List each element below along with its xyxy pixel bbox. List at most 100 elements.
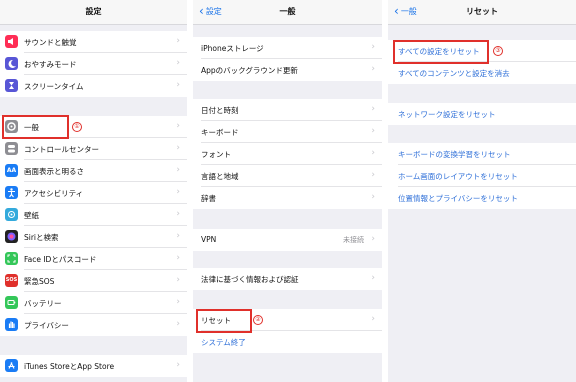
item-label: 辞書 xyxy=(201,194,216,203)
item-label: フォント xyxy=(201,150,231,159)
settings-item-faceid[interactable]: Face IDとパスコード › xyxy=(0,248,187,270)
nav-bar: 設定 xyxy=(0,0,187,25)
settings-item-battery[interactable]: バッテリー › xyxy=(0,292,187,314)
speaker-icon xyxy=(5,35,18,48)
settings-item-screentime[interactable]: スクリーンタイム › xyxy=(0,75,187,97)
general-item-legal[interactable]: 法律に基づく情報および認証 › xyxy=(193,268,382,290)
item-label: iTunes StoreとApp Store xyxy=(24,362,115,371)
item-label: 日付と時刻 xyxy=(201,106,239,115)
chevron-right-icon: › xyxy=(371,148,375,158)
chevron-right-icon: › xyxy=(176,165,180,175)
settings-item-privacy[interactable]: プライバシー › xyxy=(0,314,187,336)
item-label: バッテリー xyxy=(24,299,62,308)
hand-icon xyxy=(5,318,18,331)
step-badge-1: ① xyxy=(72,122,82,132)
settings-item-dnd[interactable]: おやすみモード › xyxy=(0,53,187,75)
reset-label: ホーム画面のレイアウトをリセット xyxy=(398,172,518,181)
reset-panel: ‹ 一般 リセット すべての設定をリセット すべてのコンテンツと設定を消去 ネット… xyxy=(388,0,576,382)
settings-item-control-center[interactable]: コントロールセンター › xyxy=(0,138,187,160)
step-badge-2: ② xyxy=(253,315,263,325)
chevron-right-icon: › xyxy=(176,187,180,197)
chevron-right-icon: › xyxy=(371,42,375,52)
general-item-language[interactable]: 言語と地域 › xyxy=(193,165,382,187)
settings-item-display[interactable]: AA 画面表示と明るさ › xyxy=(0,160,187,182)
item-label: アクセシビリティ xyxy=(24,189,84,198)
settings-item-siri[interactable]: Siriと検索 › xyxy=(0,226,187,248)
highlight-box xyxy=(393,40,489,64)
item-label: プライバシー xyxy=(24,321,69,330)
page-title: 一般 xyxy=(279,7,296,16)
settings-panel: 設定 サウンドと触覚 › おやすみモード › スクリーンタイム › 一般 › コ… xyxy=(0,0,187,382)
switches-icon xyxy=(5,142,18,155)
nav-bar: ‹ 一般 リセット xyxy=(388,0,576,25)
general-item-shutdown[interactable]: システム終了 xyxy=(193,331,382,353)
reset-label: 位置情報とプライバシーをリセット xyxy=(398,194,518,203)
chevron-right-icon: › xyxy=(176,253,180,263)
page-title: 設定 xyxy=(85,7,102,16)
item-label: 法律に基づく情報および認証 xyxy=(201,275,299,284)
general-item-keyboard[interactable]: キーボード › xyxy=(193,121,382,143)
reset-keyboard-dictionary[interactable]: キーボードの変換学習をリセット xyxy=(388,143,576,165)
general-item-bg-refresh[interactable]: Appのバックグラウンド更新 › xyxy=(193,59,382,81)
general-item-datetime[interactable]: 日付と時刻 › xyxy=(193,99,382,121)
item-label: iPhoneストレージ xyxy=(201,44,264,53)
reset-location-privacy[interactable]: 位置情報とプライバシーをリセット xyxy=(388,187,576,209)
chevron-right-icon: › xyxy=(371,126,375,136)
chevron-right-icon: › xyxy=(371,192,375,202)
aa-icon: AA xyxy=(5,164,18,177)
chevron-right-icon: › xyxy=(176,231,180,241)
chevron-right-icon: › xyxy=(176,319,180,329)
chevron-right-icon: › xyxy=(371,64,375,74)
item-label: サウンドと触覚 xyxy=(24,38,77,47)
item-label: スクリーンタイム xyxy=(24,82,84,91)
item-label: 緊急SOS xyxy=(24,277,55,286)
chevron-right-icon: › xyxy=(371,104,375,114)
sos-icon: SOS xyxy=(5,274,18,287)
battery-icon xyxy=(5,296,18,309)
reset-label: キーボードの変換学習をリセット xyxy=(398,150,511,159)
shutdown-link: システム終了 xyxy=(201,338,246,347)
siri-icon xyxy=(5,230,18,243)
settings-item-sos[interactable]: SOS 緊急SOS › xyxy=(0,270,187,292)
erase-all-content[interactable]: すべてのコンテンツと設定を消去 xyxy=(388,62,576,84)
faceid-icon xyxy=(5,252,18,265)
accessibility-icon xyxy=(5,186,18,199)
item-label: おやすみモード xyxy=(24,60,77,69)
chevron-right-icon: › xyxy=(176,36,180,46)
appstore-icon xyxy=(5,359,18,372)
reset-network[interactable]: ネットワーク設定をリセット xyxy=(388,103,576,125)
item-label: 言語と地域 xyxy=(201,172,239,181)
step-badge-3: ③ xyxy=(493,46,503,56)
chevron-right-icon: › xyxy=(176,360,180,370)
item-label: Appのバックグラウンド更新 xyxy=(201,66,298,75)
page-title: リセット xyxy=(466,7,498,16)
settings-item-wallpaper[interactable]: 壁紙 › xyxy=(0,204,187,226)
item-label: コントロールセンター xyxy=(24,145,99,154)
chevron-right-icon: › xyxy=(371,273,375,283)
chevron-right-icon: › xyxy=(176,297,180,307)
highlight-box xyxy=(196,309,252,333)
chevron-right-icon: › xyxy=(176,121,180,131)
general-item-vpn[interactable]: VPN 未接続 › xyxy=(193,229,382,251)
item-label: VPN xyxy=(201,235,217,244)
item-label: Face IDとパスコード xyxy=(24,255,97,264)
general-item-storage[interactable]: iPhoneストレージ › xyxy=(193,37,382,59)
item-label: キーボード xyxy=(201,128,239,137)
general-item-fonts[interactable]: フォント › xyxy=(193,143,382,165)
chevron-right-icon: › xyxy=(371,170,375,180)
settings-item-appstore[interactable]: iTunes StoreとApp Store › xyxy=(0,355,187,377)
hourglass-icon xyxy=(5,79,18,92)
item-label: 画面表示と明るさ xyxy=(24,167,84,176)
reset-home-layout[interactable]: ホーム画面のレイアウトをリセット xyxy=(388,165,576,187)
vpn-status: 未接続 xyxy=(343,236,364,244)
settings-item-sound[interactable]: サウンドと触覚 › xyxy=(0,31,187,53)
chevron-right-icon: › xyxy=(176,58,180,68)
general-panel: ‹ 設定 一般 iPhoneストレージ › Appのバックグラウンド更新 › 日付… xyxy=(193,0,382,382)
chevron-right-icon: › xyxy=(176,143,180,153)
settings-item-accessibility[interactable]: アクセシビリティ › xyxy=(0,182,187,204)
chevron-right-icon: › xyxy=(176,275,180,285)
chevron-right-icon: › xyxy=(371,314,375,324)
item-label: 壁紙 xyxy=(24,211,39,220)
moon-icon xyxy=(5,57,18,70)
general-item-dictionary[interactable]: 辞書 › xyxy=(193,187,382,209)
